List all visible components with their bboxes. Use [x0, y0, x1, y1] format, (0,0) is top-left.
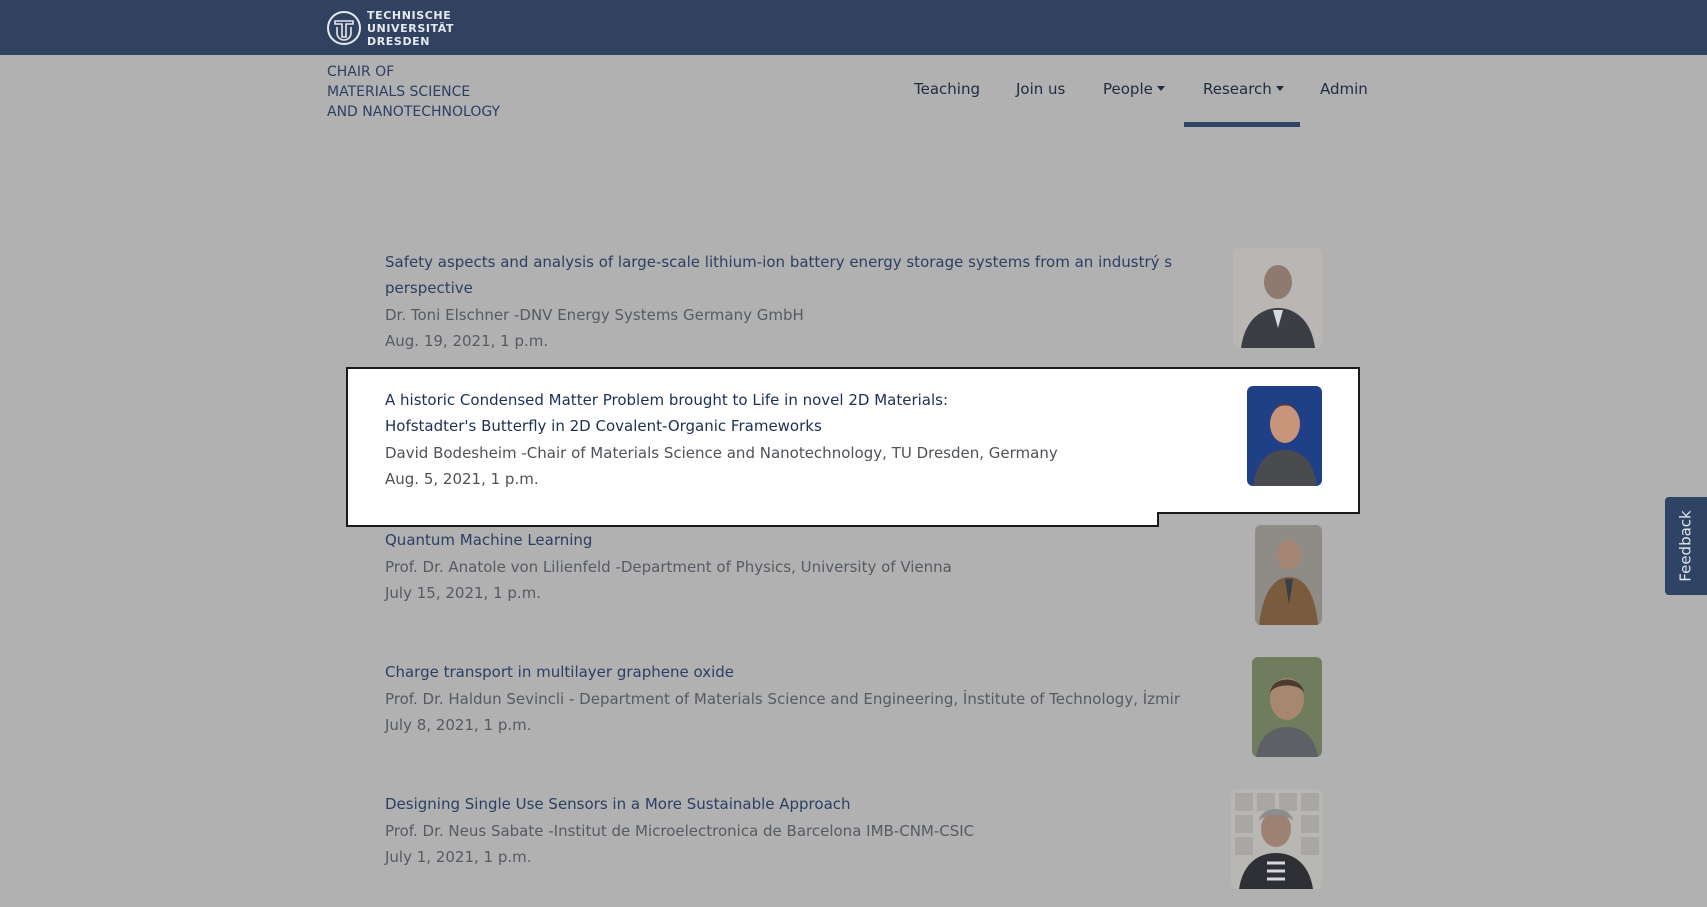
talk-speaker: Dr. Toni Elschner -DNV Energy Systems Ge…	[385, 306, 804, 324]
nav-admin[interactable]: Admin	[1320, 80, 1368, 98]
talk-title-line[interactable]: Hofstadter's Butterfly in 2D Covalent-Or…	[385, 413, 1285, 439]
talk-date: July 1, 2021, 1 p.m.	[385, 848, 532, 866]
talk-item: Quantum Machine Learning Prof. Dr. Anato…	[385, 527, 1285, 606]
tu-logo-icon	[327, 11, 361, 45]
speaker-avatar	[1255, 525, 1322, 625]
talk-item-focused: A historic Condensed Matter Problem brou…	[385, 387, 1285, 492]
talk-title-line[interactable]: A historic Condensed Matter Problem brou…	[385, 387, 1285, 413]
feedback-button[interactable]: Feedback	[1665, 497, 1707, 595]
nav-research[interactable]: Research	[1203, 80, 1284, 98]
nav-active-indicator	[1184, 122, 1300, 127]
nav-research-label: Research	[1203, 80, 1272, 98]
speaker-photo-icon	[1233, 248, 1322, 348]
talk-title-line[interactable]: Safety aspects and analysis of large-sca…	[385, 249, 1285, 275]
caret-down-icon	[1275, 86, 1284, 91]
speaker-avatar	[1231, 789, 1322, 889]
speaker-avatar	[1252, 657, 1322, 757]
top-bar: TECHNISCHE UNIVERSITÄT DRESDEN	[0, 0, 1707, 55]
speaker-avatar	[1247, 386, 1322, 486]
speaker-photo-icon	[1231, 789, 1322, 889]
tu-logo-text: TECHNISCHE UNIVERSITÄT DRESDEN	[367, 9, 454, 48]
talk-speaker: Prof. Dr. Anatole von Lilienfeld -Depart…	[385, 558, 952, 576]
talk-item: Charge transport in multilayer graphene …	[385, 659, 1285, 738]
nav-people-label: People	[1103, 80, 1153, 98]
nav-people[interactable]: People	[1103, 80, 1165, 98]
talk-date: July 8, 2021, 1 p.m.	[385, 716, 532, 734]
talk-title-line[interactable]: Quantum Machine Learning	[385, 527, 1285, 553]
talk-item: Safety aspects and analysis of large-sca…	[385, 249, 1285, 354]
caret-down-icon	[1156, 86, 1165, 91]
talk-date: July 15, 2021, 1 p.m.	[385, 584, 542, 602]
talk-item: Designing Single Use Sensors in a More S…	[385, 791, 1285, 870]
logo-line: UNIVERSITÄT	[367, 21, 455, 35]
main-nav: Teaching Join us People Research Admin	[0, 80, 1707, 100]
logo-line: DRESDEN	[367, 34, 431, 48]
feedback-label: Feedback	[1677, 510, 1695, 582]
talk-title-line[interactable]: Designing Single Use Sensors in a More S…	[385, 791, 1285, 817]
chair-line: CHAIR OF	[327, 64, 395, 80]
nav-teaching[interactable]: Teaching	[914, 80, 980, 98]
talk-speaker: Prof. Dr. Neus Sabate -Institut de Micro…	[385, 822, 975, 840]
speaker-photo-icon	[1247, 386, 1322, 486]
talk-speaker: Prof. Dr. Haldun Sevincli - Department o…	[385, 690, 1180, 708]
talk-date: Aug. 5, 2021, 1 p.m.	[385, 470, 539, 488]
logo-line: TECHNISCHE	[367, 8, 452, 22]
speaker-photo-icon	[1252, 657, 1322, 757]
tu-dresden-logo[interactable]: TECHNISCHE UNIVERSITÄT DRESDEN	[326, 8, 454, 48]
talk-title-line[interactable]: Charge transport in multilayer graphene …	[385, 659, 1285, 685]
talk-title-line[interactable]: perspective	[385, 275, 1285, 301]
speaker-avatar	[1233, 248, 1322, 348]
speaker-photo-icon	[1255, 525, 1322, 625]
talk-speaker: David Bodesheim -Chair of Materials Scie…	[385, 444, 1058, 462]
chair-line: AND NANOTECHNOLOGY	[327, 104, 501, 120]
nav-join-us[interactable]: Join us	[1016, 80, 1065, 98]
talk-date: Aug. 19, 2021, 1 p.m.	[385, 332, 549, 350]
